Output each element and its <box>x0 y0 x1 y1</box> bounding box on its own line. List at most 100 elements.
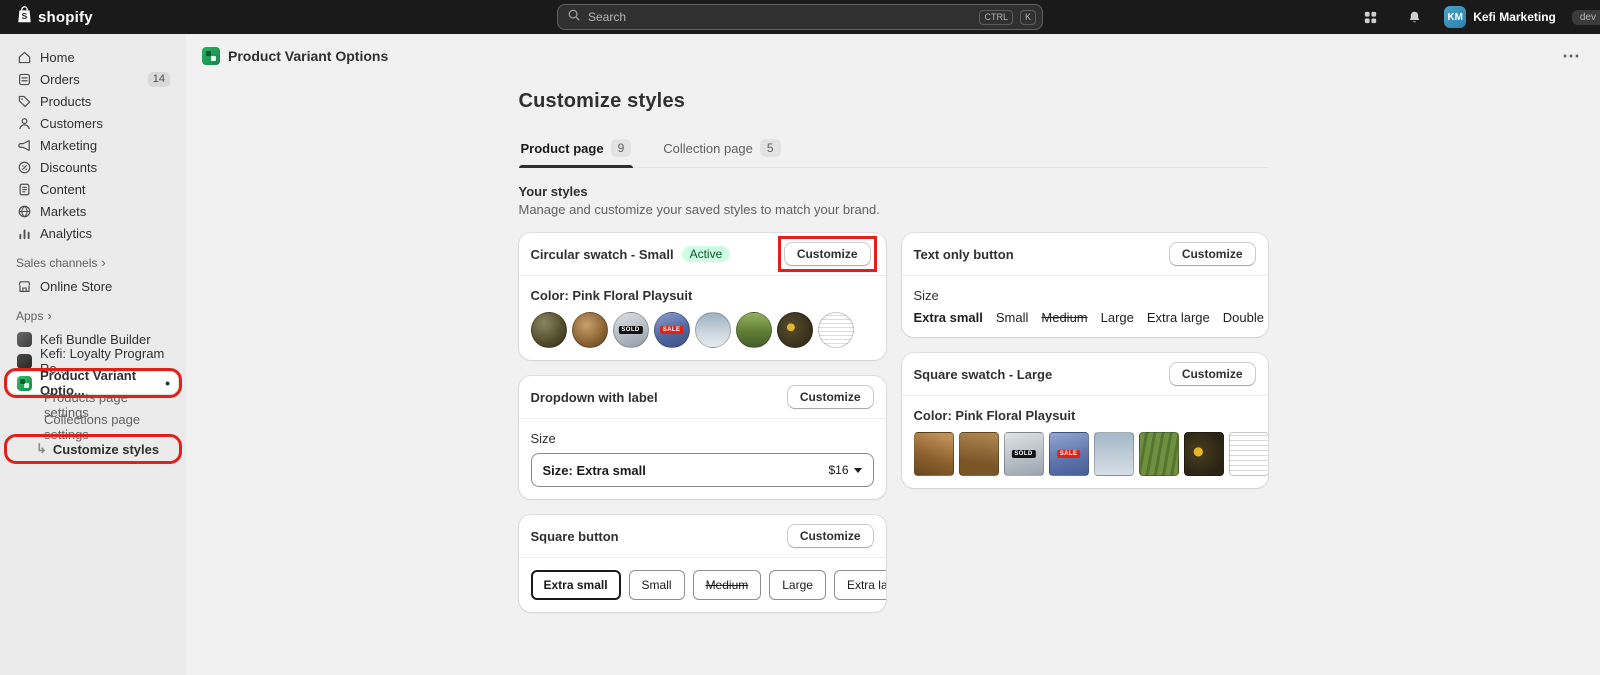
size-option[interactable]: Extra small <box>914 310 983 325</box>
tab-count-badge: 5 <box>760 139 781 157</box>
color-swatch[interactable] <box>914 432 954 476</box>
card-title: Dropdown with label <box>531 390 658 405</box>
topbar: S shopify Search CTRL K KM Kefi Marketin… <box>0 0 1600 34</box>
customize-button[interactable]: Customize <box>784 242 871 266</box>
card-square-swatch: Square swatch - Large Customize Color: P… <box>902 353 1268 488</box>
sales-channels-header[interactable]: Sales channels › <box>8 244 178 275</box>
analytics-bars-icon <box>16 226 32 241</box>
card-dropdown-with-label: Dropdown with label Customize Size Size:… <box>519 376 886 499</box>
size-option[interactable]: Extra large <box>1147 310 1210 325</box>
size-option[interactable]: Small <box>996 310 1029 325</box>
customize-button[interactable]: Customize <box>787 524 874 548</box>
orders-icon <box>16 72 32 87</box>
color-swatch[interactable] <box>1184 432 1224 476</box>
app-icon <box>16 332 32 347</box>
sidebar-item-label: Content <box>40 182 86 197</box>
shortcut-key-k: K <box>1020 10 1036 25</box>
notifications-bell-icon[interactable] <box>1400 4 1428 30</box>
color-swatch[interactable] <box>736 312 772 348</box>
sidebar-item-content[interactable]: Content <box>8 178 178 200</box>
card-text-only-button: Text only button Customize Size Extra sm… <box>902 233 1268 337</box>
account-menu[interactable]: KM Kefi Marketing <box>1444 6 1556 28</box>
customize-button[interactable]: Customize <box>1169 362 1256 386</box>
sidebar-item-orders[interactable]: Orders 14 <box>8 68 178 90</box>
sidebar-item-label: Kefi Bundle Builder <box>40 332 151 347</box>
swatch-overlay-badge: SOLD <box>618 326 642 334</box>
swatch-overlay-badge: SALE <box>1057 450 1081 458</box>
apps-grid-icon[interactable] <box>1356 4 1384 30</box>
shortcut-key-ctrl: CTRL <box>979 10 1013 25</box>
color-swatch[interactable]: SALE <box>654 312 690 348</box>
customize-button[interactable]: Customize <box>1169 242 1256 266</box>
sidebar-subitem-customize-styles[interactable]: ↳ Customize styles <box>8 438 178 460</box>
color-swatch[interactable] <box>572 312 608 348</box>
sidebar-item-label: Marketing <box>40 138 97 153</box>
tab-collection-page[interactable]: Collection page 5 <box>661 139 782 167</box>
sidebar-item-home[interactable]: Home <box>8 46 178 68</box>
shopify-wordmark: shopify <box>38 9 93 26</box>
color-swatch[interactable] <box>777 312 813 348</box>
return-arrow-icon: ↳ <box>36 441 47 457</box>
environment-badge: dev <box>1572 10 1600 25</box>
color-swatch[interactable] <box>1139 432 1179 476</box>
option-label: Color: Pink Floral Playsuit <box>914 408 1256 423</box>
product-variant-options-app-icon <box>202 47 220 65</box>
sidebar-item-analytics[interactable]: Analytics <box>8 222 178 244</box>
sidebar-nav: Home Orders 14 Products Customers Market… <box>0 34 186 675</box>
account-avatar: KM <box>1444 6 1466 28</box>
sidebar-item-label: Orders <box>40 72 80 87</box>
color-swatch[interactable] <box>1229 432 1268 476</box>
color-swatch[interactable] <box>695 312 731 348</box>
shopify-bag-icon: S <box>16 5 33 29</box>
size-option-button[interactable]: Extra large <box>834 570 886 600</box>
sidebar-item-label: Discounts <box>40 160 97 175</box>
apps-header[interactable]: Apps › <box>8 297 178 328</box>
tab-count-badge: 9 <box>611 139 632 157</box>
sidebar-item-label: Online Store <box>40 279 112 294</box>
size-option-button[interactable]: Medium <box>693 570 762 600</box>
markets-globe-icon <box>16 204 32 219</box>
card-square-button: Square button Customize Extra smallSmall… <box>519 515 886 612</box>
square-swatch-list: SOLD SALE <box>914 432 1256 476</box>
app-icon <box>16 354 32 369</box>
sidebar-item-label: Home <box>40 50 75 65</box>
tab-product-page[interactable]: Product page 9 <box>519 139 634 167</box>
sidebar-item-discounts[interactable]: Discounts <box>8 156 178 178</box>
sidebar-item-products[interactable]: Products <box>8 90 178 112</box>
customize-button[interactable]: Customize <box>787 385 874 409</box>
main-content: Product Variant Options ⋯ Customize styl… <box>186 34 1600 675</box>
color-swatch[interactable] <box>959 432 999 476</box>
option-label: Size <box>531 431 874 446</box>
color-swatch[interactable] <box>1094 432 1134 476</box>
card-circular-swatch: Circular swatch - Small Active Customize… <box>519 233 886 360</box>
size-option-button[interactable]: Small <box>629 570 685 600</box>
size-option-button[interactable]: Extra small <box>531 570 621 600</box>
dropdown-value: Size: Extra small <box>543 463 646 478</box>
home-icon <box>16 50 32 65</box>
size-option[interactable]: Large <box>1101 310 1134 325</box>
sidebar-item-label: Markets <box>40 204 86 219</box>
sidebar-item-online-store[interactable]: Online Store <box>8 275 178 297</box>
size-option[interactable]: Medium <box>1041 310 1087 325</box>
tab-bar: Product page 9 Collection page 5 <box>519 139 1268 168</box>
sidebar-subitem-collections-page-settings[interactable]: Collections page settings <box>8 416 178 438</box>
color-swatch[interactable] <box>818 312 854 348</box>
sidebar-item-customers[interactable]: Customers <box>8 112 178 134</box>
color-swatch[interactable]: SOLD <box>613 312 649 348</box>
size-option[interactable]: Double Extra Large <box>1223 310 1268 325</box>
size-dropdown[interactable]: Size: Extra small $16 <box>531 453 874 487</box>
color-swatch[interactable]: SOLD <box>1004 432 1044 476</box>
square-button-list: Extra smallSmallMediumLargeExtra largeDo… <box>531 570 874 600</box>
text-size-option-list: Extra smallSmallMediumLargeExtra largeDo… <box>914 310 1256 325</box>
sidebar-item-marketing[interactable]: Marketing <box>8 134 178 156</box>
size-option-button[interactable]: Large <box>769 570 826 600</box>
color-swatch[interactable] <box>531 312 567 348</box>
global-search-input[interactable]: Search CTRL K <box>557 4 1043 30</box>
sidebar-item-markets[interactable]: Markets <box>8 200 178 222</box>
more-actions-button[interactable]: ⋯ <box>1562 51 1582 61</box>
card-title: Text only button <box>914 247 1014 262</box>
shopify-logo[interactable]: S shopify <box>16 5 93 29</box>
caret-down-icon <box>854 468 862 473</box>
color-swatch[interactable]: SALE <box>1049 432 1089 476</box>
chevron-right-icon: › <box>101 258 105 268</box>
